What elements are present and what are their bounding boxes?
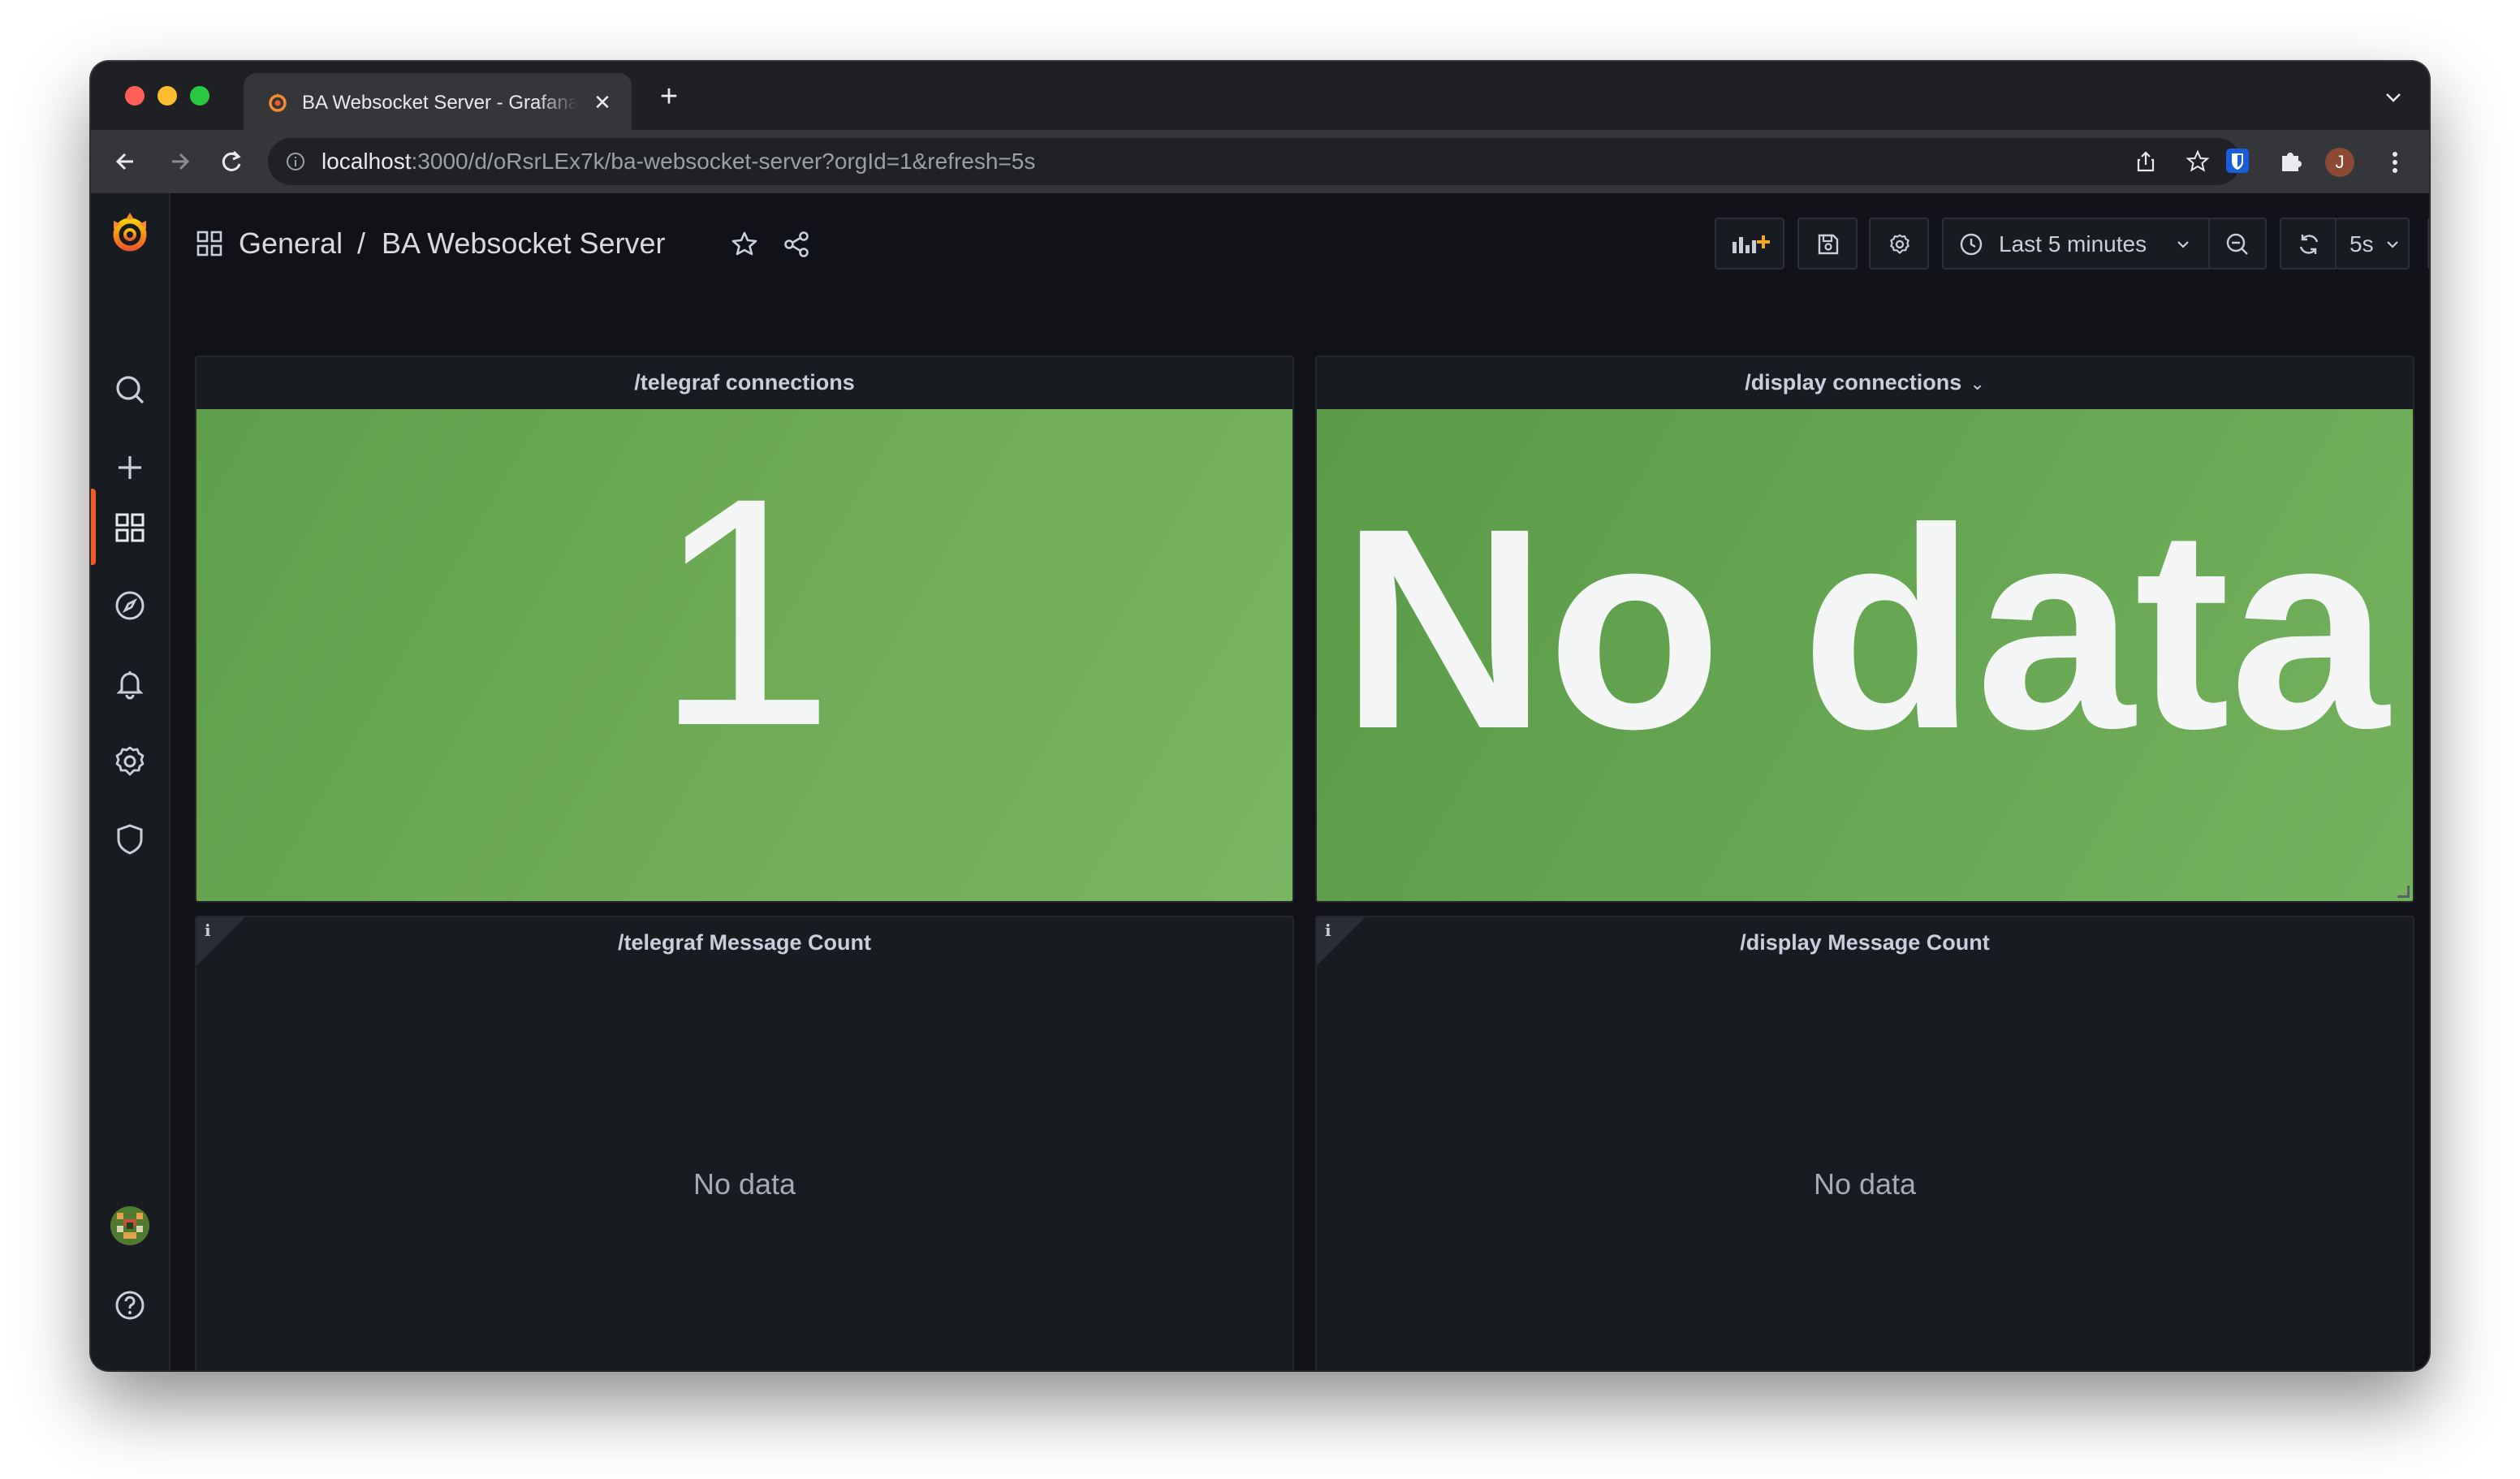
share-page-icon[interactable]	[2134, 149, 2158, 174]
active-indicator	[91, 489, 96, 565]
bookmark-star-icon[interactable]	[2186, 149, 2210, 174]
search-button[interactable]	[110, 370, 149, 409]
reload-icon	[222, 150, 241, 171]
clock-icon	[1960, 233, 1983, 256]
bitwarden-extension-icon[interactable]	[2221, 144, 2254, 177]
panel-title[interactable]: /telegraf Message Count	[196, 929, 1292, 956]
refresh-interval-picker[interactable]: 5s	[2335, 218, 2410, 269]
site-info-icon[interactable]	[284, 150, 307, 173]
tab-strip: BA Websocket Server - Grafana ✕ +	[91, 62, 2429, 130]
server-admin-button[interactable]	[110, 820, 149, 859]
no-data-message: No data	[1813, 1167, 1917, 1201]
zoom-out-time-button[interactable]	[2208, 218, 2267, 269]
no-data-message: No data	[693, 1167, 796, 1201]
panel-title-text: /display connections	[1745, 370, 1962, 395]
forward-arrow-icon	[172, 153, 190, 170]
panel-display-connections[interactable]: /display connections ⌄ No data	[1315, 356, 2414, 903]
time-range-picker[interactable]: Last 5 minutes	[1942, 218, 2211, 269]
help-button[interactable]	[110, 1286, 149, 1325]
breadcrumb-separator: /	[357, 226, 366, 260]
panel-telegraf-message-count[interactable]: i /telegraf Message Count No data	[195, 916, 1294, 1370]
chevron-down-icon	[2387, 241, 2398, 248]
url-path: :3000/d/oRsrLEx7k/ba-websocket-server?or…	[411, 149, 1036, 174]
bell-icon	[116, 671, 144, 700]
gear-icon	[115, 746, 145, 776]
share-dashboard-icon[interactable]	[781, 229, 812, 260]
shield-icon	[117, 824, 143, 855]
refresh-dashboard-button[interactable]	[2280, 218, 2338, 269]
reload-button[interactable]	[214, 144, 248, 179]
profile-avatar[interactable]: J	[2325, 148, 2354, 177]
tab-title: BA Websocket Server - Grafana	[302, 92, 578, 114]
stat-background: 1	[196, 409, 1292, 901]
panel-title[interactable]: /display Message Count	[1317, 929, 2413, 956]
extensions-puzzle-icon[interactable]	[2275, 144, 2307, 177]
url-text[interactable]: localhost:3000/d/oRsrLEx7k/ba-websocket-…	[321, 149, 1035, 175]
stat-value: 1	[654, 430, 835, 793]
save-icon	[1818, 234, 1839, 255]
compass-icon	[115, 591, 145, 620]
save-dashboard-button[interactable]	[1797, 218, 1858, 269]
browser-toolbar: localhost:3000/d/oRsrLEx7k/ba-websocket-…	[91, 130, 2429, 193]
panel-title[interactable]: /display connections ⌄	[1317, 369, 2413, 398]
grafana-logo-button[interactable]	[107, 209, 153, 255]
back-button[interactable]	[109, 144, 143, 179]
grafana-app: General / BA Websocket Server Last 5 min…	[91, 193, 2429, 1370]
add-panel-icon	[1732, 235, 1770, 253]
create-button[interactable]	[110, 448, 149, 487]
back-arrow-icon	[115, 153, 133, 170]
dashboard-apps-icon	[196, 231, 222, 257]
tab-close-icon[interactable]: ✕	[591, 91, 614, 114]
browser-window: BA Websocket Server - Grafana ✕ + localh…	[91, 62, 2429, 1370]
explore-button[interactable]	[110, 586, 149, 625]
settings-gear-icon	[1890, 234, 1909, 254]
search-icon	[116, 376, 145, 404]
dashboards-button[interactable]	[110, 508, 149, 547]
stat-background: No data	[1317, 409, 2413, 901]
dashboards-grid-icon	[115, 513, 145, 542]
breadcrumb-folder-link[interactable]: General	[239, 224, 343, 263]
view-mode-button[interactable]	[2427, 218, 2429, 269]
browser-menu-icon[interactable]	[2379, 146, 2411, 179]
dashboard-settings-button[interactable]	[1869, 218, 1929, 269]
grafana-logo-icon	[113, 213, 147, 252]
stat-value: No data	[1340, 468, 2389, 788]
forward-button[interactable]	[162, 144, 196, 179]
panel-display-message-count[interactable]: i /display Message Count No data	[1315, 916, 2414, 1370]
chevron-down-icon	[2177, 241, 2189, 248]
alerting-button[interactable]	[110, 664, 149, 703]
new-tab-button[interactable]: +	[654, 81, 684, 112]
url-host: localhost	[321, 149, 412, 174]
add-panel-button[interactable]	[1715, 218, 1784, 269]
dashboard-navbar: General / BA Websocket Server Last 5 min…	[169, 193, 2429, 294]
zoom-out-icon	[2226, 233, 2248, 255]
plus-icon	[119, 456, 141, 479]
panel-title[interactable]: /telegraf connections	[196, 369, 1292, 396]
user-avatar[interactable]	[110, 1206, 149, 1245]
help-icon	[115, 1291, 145, 1320]
time-range-label: Last 5 minutes	[1999, 231, 2147, 257]
user-avatar-icon	[110, 1206, 149, 1245]
side-menu	[91, 193, 170, 1370]
refresh-icon	[2299, 235, 2319, 254]
browser-tab-active[interactable]: BA Websocket Server - Grafana ✕	[244, 73, 632, 130]
dashboard-title[interactable]: BA Websocket Server	[382, 224, 666, 263]
panel-telegraf-connections[interactable]: /telegraf connections 1	[195, 356, 1294, 903]
tab-search-chevron-icon[interactable]	[2380, 84, 2406, 110]
minimize-window-button[interactable]	[158, 86, 177, 106]
panel-menu-chevron-icon[interactable]: ⌄	[1970, 370, 1984, 398]
refresh-interval-label: 5s	[2350, 231, 2374, 257]
zoom-window-button[interactable]	[190, 86, 209, 106]
address-bar[interactable]: localhost:3000/d/oRsrLEx7k/ba-websocket-…	[268, 138, 2241, 185]
grafana-favicon-icon	[269, 93, 287, 112]
close-window-button[interactable]	[125, 86, 145, 106]
configuration-button[interactable]	[110, 742, 149, 781]
panel-resize-handle[interactable]	[2397, 886, 2410, 898]
favorite-star-icon[interactable]	[729, 229, 760, 260]
